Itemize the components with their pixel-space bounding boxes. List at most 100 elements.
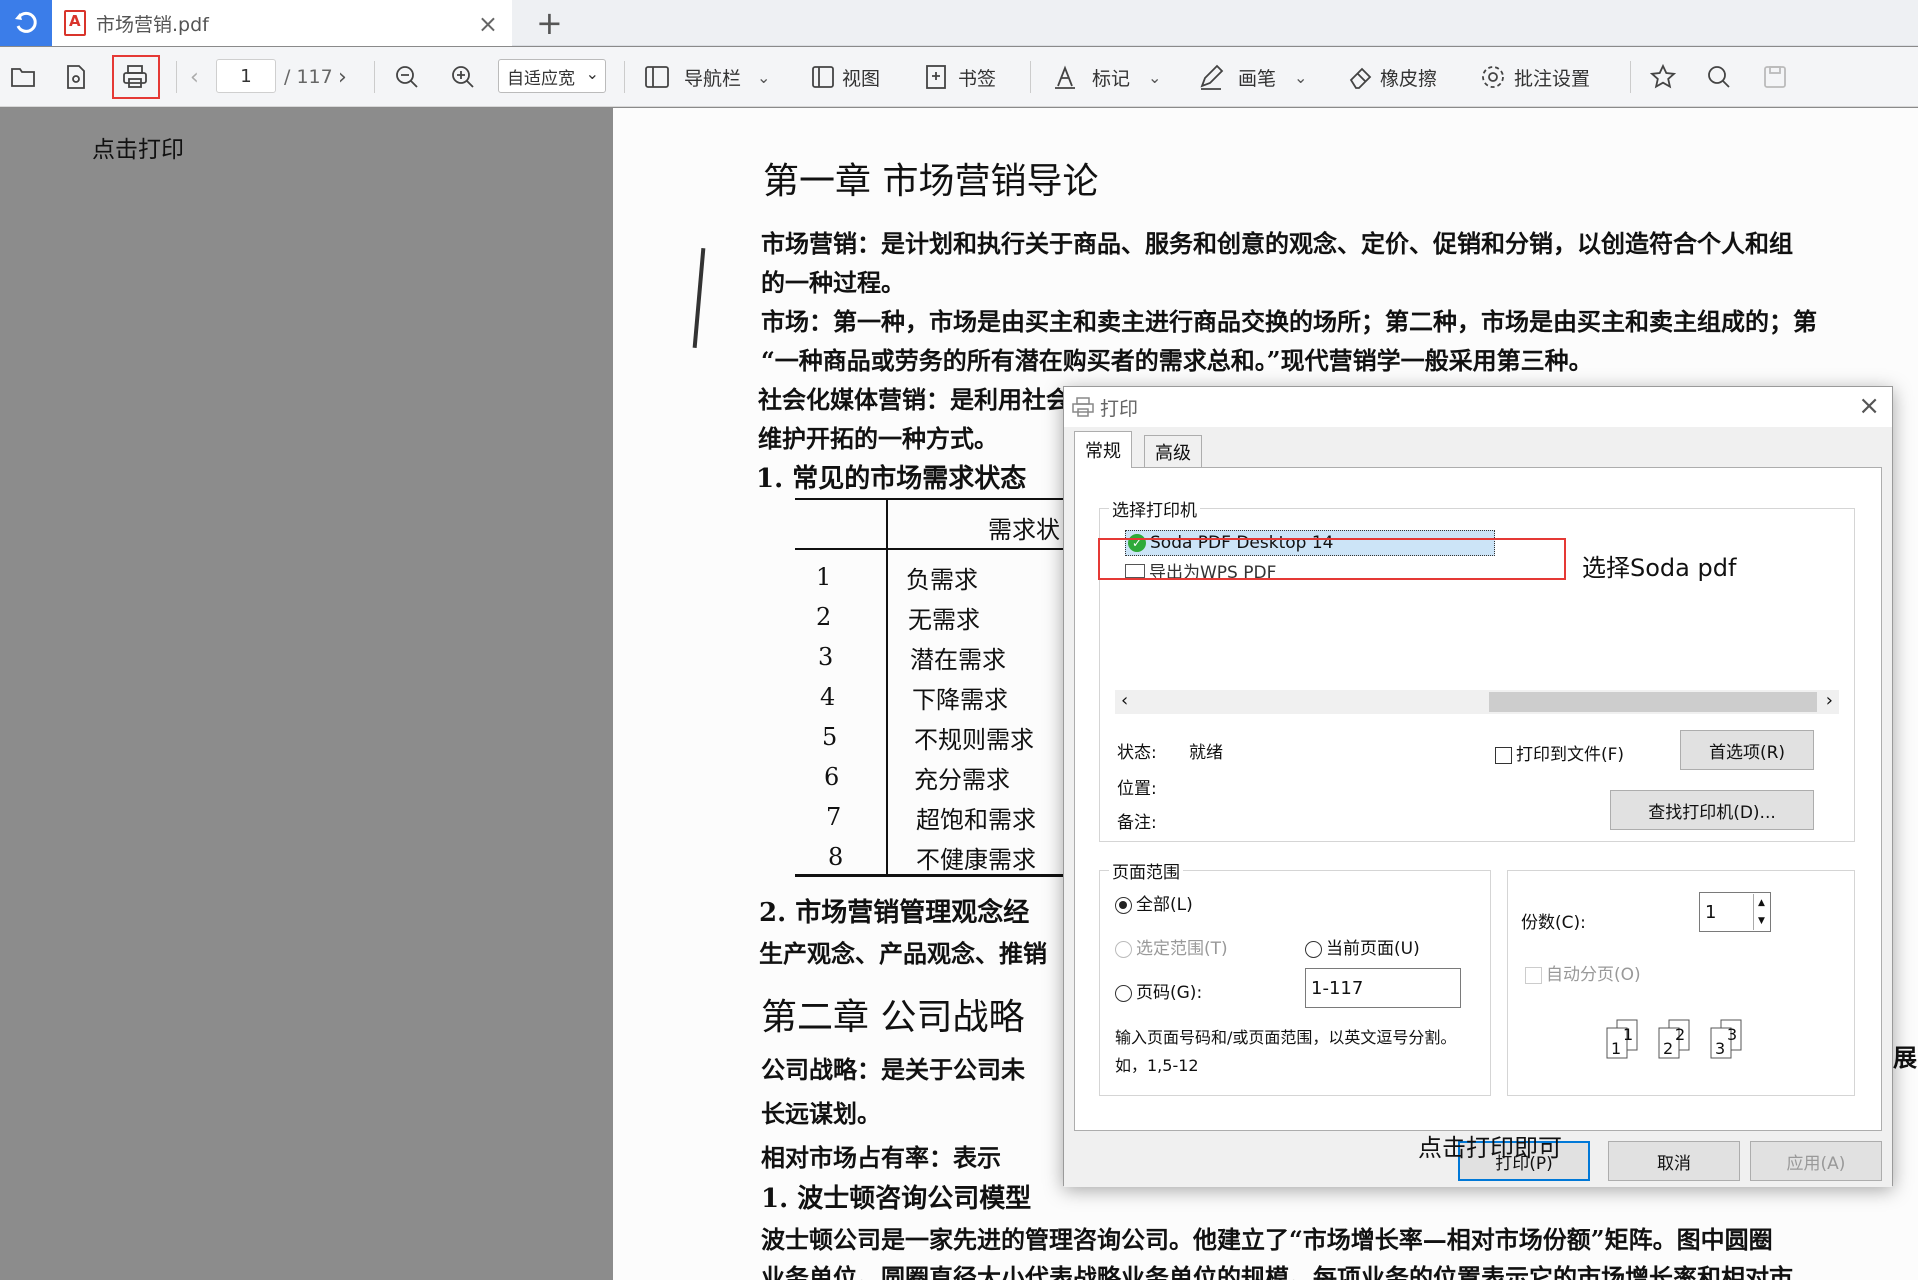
chevron-down-icon[interactable]: ⌄: [757, 68, 770, 87]
eraser-label: 橡皮擦: [1380, 67, 1438, 90]
printer-list-scrollbar[interactable]: ‹ ›: [1115, 690, 1839, 714]
dialog-cancel-button[interactable]: 取消: [1608, 1141, 1740, 1181]
copies-label: 份数(C):: [1521, 913, 1586, 933]
app-menu-button[interactable]: [0, 0, 52, 46]
radio-selected-icon: [1115, 896, 1132, 914]
range-selection-radio: 选定范围(T): [1115, 934, 1228, 959]
document-tab-title: 市场营销.pdf: [96, 13, 209, 36]
pen-button[interactable]: 画笔 ⌄: [1198, 47, 1307, 107]
location-label: 位置:: [1117, 779, 1157, 799]
pen-icon: [1200, 64, 1224, 90]
range-pages-radio[interactable]: 页码(G):: [1115, 978, 1202, 1003]
table-num: 4: [820, 683, 836, 711]
table-item: 无需求: [908, 606, 980, 634]
zoom-select-value: 自适应宽: [507, 68, 575, 89]
table-item: 不健康需求: [916, 846, 1036, 874]
table-num: 7: [826, 803, 842, 831]
prev-page-button[interactable]: ‹: [190, 47, 199, 107]
app-logo-icon: [15, 11, 37, 33]
dialog-close-icon[interactable]: ×: [1858, 391, 1880, 421]
table-num: 8: [828, 843, 844, 871]
search-icon: [1708, 66, 1730, 88]
chevron-right-icon: ›: [338, 64, 347, 90]
toolbar-divider: [1030, 61, 1031, 93]
dialog-apply-button: 应用(A): [1750, 1141, 1882, 1181]
table-rule: [886, 498, 888, 876]
document-line: 生产观念、产品观念、推销: [759, 939, 1047, 968]
chevron-down-icon[interactable]: ⌄: [1148, 68, 1161, 87]
nav-pane-button[interactable]: 导航栏 ⌄: [644, 47, 770, 107]
next-page-button[interactable]: ›: [338, 47, 347, 107]
zoom-out-icon: [396, 66, 418, 88]
print-button[interactable]: [121, 47, 149, 107]
nav-pane-label: 导航栏: [684, 67, 742, 90]
tab-close-icon[interactable]: ×: [478, 10, 498, 38]
radio-icon: [1305, 940, 1322, 958]
range-all-label: 全部(L): [1136, 895, 1193, 915]
view-button[interactable]: 视图: [810, 47, 880, 107]
save-button[interactable]: [1762, 47, 1788, 107]
chevron-down-icon[interactable]: ⌄: [1294, 68, 1307, 87]
print-to-file-checkbox[interactable]: 打印到文件(F): [1495, 740, 1624, 765]
zoom-select[interactable]: 自适应宽 ⌄: [498, 59, 606, 93]
zoom-in-button[interactable]: [450, 47, 476, 107]
copies-spinner[interactable]: ▲ ▼: [1753, 894, 1769, 930]
table-item: 充分需求: [914, 766, 1010, 794]
star-icon: [1650, 64, 1676, 89]
document-tab[interactable]: 市场营销.pdf ×: [52, 0, 512, 46]
document-line: 维护开拓的一种方式。: [758, 424, 998, 453]
eraser-button[interactable]: 橡皮擦: [1348, 47, 1437, 107]
table-item: 不规则需求: [914, 726, 1034, 754]
bookmark-button[interactable]: 书签: [924, 47, 996, 107]
scrollbar-thumb[interactable]: [1489, 692, 1817, 712]
document-line: 公司战略：是关于公司未: [761, 1055, 1025, 1084]
range-current-radio[interactable]: 当前页面(U): [1305, 934, 1420, 959]
chapter-title: 第一章 市场营销导论: [763, 161, 1099, 202]
view-icon: [812, 66, 834, 88]
main-toolbar: ‹ 1 / 117 › 自适应宽 ⌄ 导航栏 ⌄ 视图 书签 标记 ⌄ 画笔 ⌄…: [0, 47, 1918, 107]
save-icon: [1764, 66, 1786, 88]
left-panel: [0, 108, 613, 1280]
document-icon: [67, 65, 85, 89]
preferences-button[interactable]: 首选项(R): [1680, 730, 1814, 770]
page-range-input[interactable]: 1-117: [1305, 968, 1461, 1008]
mark-button[interactable]: 标记 ⌄: [1052, 47, 1161, 107]
document-line: 市场：第一种，市场是由买主和卖主进行商品交换的场所；第二种，市场是由买主和卖主组…: [761, 307, 1817, 336]
spin-up-icon[interactable]: ▲: [1754, 894, 1769, 912]
scroll-left-icon[interactable]: ‹: [1121, 690, 1128, 711]
page-total: / 117: [284, 66, 333, 88]
favorite-button[interactable]: [1650, 47, 1676, 107]
svg-text:1: 1: [1623, 1025, 1633, 1044]
search-button[interactable]: [1706, 47, 1732, 107]
document-line: “一种商品或劳务的所有潜在购买者的需求总和。”现代营销学一般采用第三种。: [761, 346, 1593, 375]
page-range-label: 页面范围: [1109, 858, 1183, 883]
range-pages-label: 页码(G):: [1136, 983, 1203, 1003]
bookmark-label: 书签: [958, 67, 997, 90]
toolbar-divider: [374, 61, 375, 93]
printer-icon: [123, 65, 147, 88]
copies-value: 1: [1705, 901, 1717, 923]
table-item: 潜在需求: [910, 646, 1006, 674]
range-selection-label: 选定范围(T): [1136, 939, 1228, 959]
range-all-radio[interactable]: 全部(L): [1115, 890, 1193, 915]
tab-advanced[interactable]: 高级: [1144, 435, 1202, 467]
document-line: 波士顿公司是一家先进的管理咨询公司。他建立了“市场增长率—相对市场份额”矩阵。图…: [761, 1225, 1773, 1254]
find-printer-button[interactable]: 查找打印机(D)...: [1610, 790, 1814, 830]
tab-bar: 市场营销.pdf × +: [0, 0, 1918, 46]
file-info-button[interactable]: [64, 47, 88, 107]
table-num: 1: [816, 563, 832, 591]
annotation-settings-label: 批注设置: [1514, 67, 1591, 90]
tab-general[interactable]: 常规: [1074, 431, 1132, 468]
spin-down-icon[interactable]: ▼: [1754, 912, 1769, 930]
range-current-label: 当前页面(U): [1326, 939, 1420, 959]
table-num: 3: [818, 643, 834, 671]
new-tab-button[interactable]: +: [536, 4, 563, 42]
page-number-input[interactable]: 1: [216, 59, 276, 93]
annotation-click-print-dialog: 点击打印即可: [1418, 1134, 1562, 1162]
document-line: 长远谋划。: [761, 1099, 881, 1128]
open-folder-button[interactable]: [10, 47, 36, 107]
sidebar-icon: [645, 66, 669, 88]
zoom-out-button[interactable]: [394, 47, 420, 107]
annotation-settings-button[interactable]: 批注设置: [1480, 47, 1590, 107]
scroll-right-icon[interactable]: ›: [1826, 690, 1833, 711]
